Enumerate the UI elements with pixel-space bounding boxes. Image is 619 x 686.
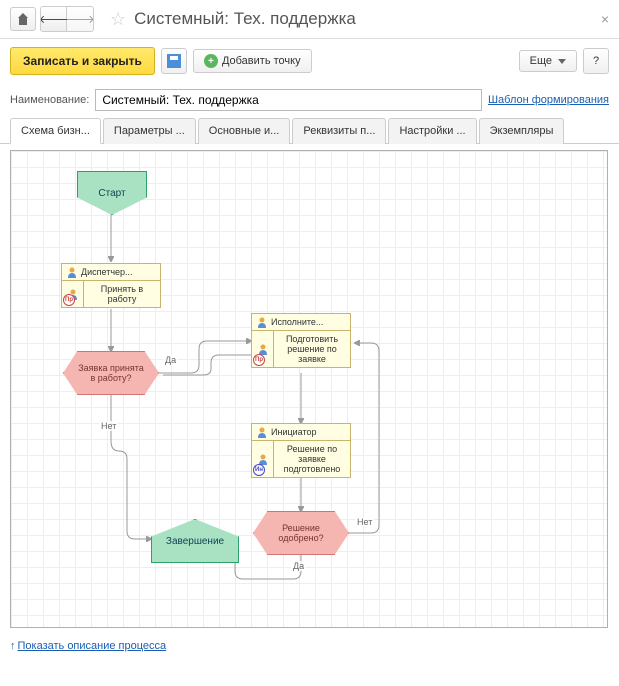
name-input[interactable] (95, 89, 482, 111)
node-executor-task[interactable]: Исполните... Пр Подготовить решение по з… (251, 313, 351, 368)
help-button[interactable]: ? (583, 48, 609, 74)
badge-pr: Пр (63, 294, 75, 306)
page-title: Системный: Тех. поддержка (134, 9, 601, 29)
plus-icon: + (204, 54, 218, 68)
tab-schema[interactable]: Схема бизн... (10, 118, 101, 144)
node-decision-approved[interactable]: Решение одобрено? (253, 511, 349, 555)
tabs: Схема бизн... Параметры ... Основные и..… (0, 117, 619, 144)
person-icon (66, 266, 78, 278)
canvas-wrap: Старт Диспетчер... Пр Принять в работу З… (0, 144, 619, 634)
forward-button[interactable]: 🡒 (67, 7, 93, 31)
node-initiator-task[interactable]: Инициатор Ин Решение по заявке подготовл… (251, 423, 351, 478)
node-decision-accepted[interactable]: Заявка принята в работу? (63, 351, 159, 395)
show-description-link[interactable]: Показать описание процесса (18, 640, 167, 652)
edge-label-no2: Нет (355, 517, 374, 527)
arrow-up-icon: ↑ (10, 640, 16, 652)
back-button[interactable]: 🡐 (41, 7, 67, 31)
name-row: Наименование: Шаблон формирования (0, 83, 619, 117)
save-button[interactable] (161, 48, 187, 74)
arrow-right-icon: 🡒 (65, 12, 94, 26)
tab-main[interactable]: Основные и... (198, 118, 291, 144)
tab-settings[interactable]: Настройки ... (388, 118, 476, 144)
template-link[interactable]: Шаблон формирования (488, 94, 609, 106)
close-icon[interactable]: × (601, 11, 609, 27)
badge-in: Ин (253, 464, 265, 476)
edge-label-yes2: Да (291, 561, 306, 571)
toolbar: Записать и закрыть + Добавить точку Еще … (0, 39, 619, 83)
edge-label-no: Нет (99, 421, 118, 431)
save-close-button[interactable]: Записать и закрыть (10, 47, 155, 75)
diagram-canvas[interactable]: Старт Диспетчер... Пр Принять в работу З… (10, 150, 608, 628)
add-point-button[interactable]: + Добавить точку (193, 49, 312, 73)
footer: ↑Показать описание процесса (0, 634, 619, 658)
tab-instances[interactable]: Экземпляры (479, 118, 565, 144)
home-button[interactable] (10, 7, 36, 31)
person-icon (256, 316, 268, 328)
tab-req[interactable]: Реквизиты п... (292, 118, 386, 144)
name-label: Наименование: (10, 94, 89, 106)
titlebar: 🡐 🡒 ☆ Системный: Тех. поддержка × (0, 0, 619, 39)
chevron-down-icon (558, 59, 566, 64)
nav-group: 🡐 🡒 (40, 6, 94, 32)
node-end[interactable]: Завершение (151, 519, 239, 563)
add-point-label: Добавить точку (222, 55, 301, 67)
floppy-icon (167, 54, 181, 68)
tab-params[interactable]: Параметры ... (103, 118, 196, 144)
home-icon (16, 13, 30, 25)
badge-pr: Пр (253, 354, 265, 366)
more-button[interactable]: Еще (519, 50, 577, 72)
arrow-left-icon: 🡐 (40, 12, 68, 26)
edge-label-yes: Да (163, 355, 178, 365)
favorite-icon[interactable]: ☆ (110, 9, 126, 30)
node-dispatcher-task[interactable]: Диспетчер... Пр Принять в работу (61, 263, 161, 308)
node-start[interactable]: Старт (77, 171, 147, 215)
person-icon (256, 426, 268, 438)
more-label: Еще (530, 55, 552, 67)
